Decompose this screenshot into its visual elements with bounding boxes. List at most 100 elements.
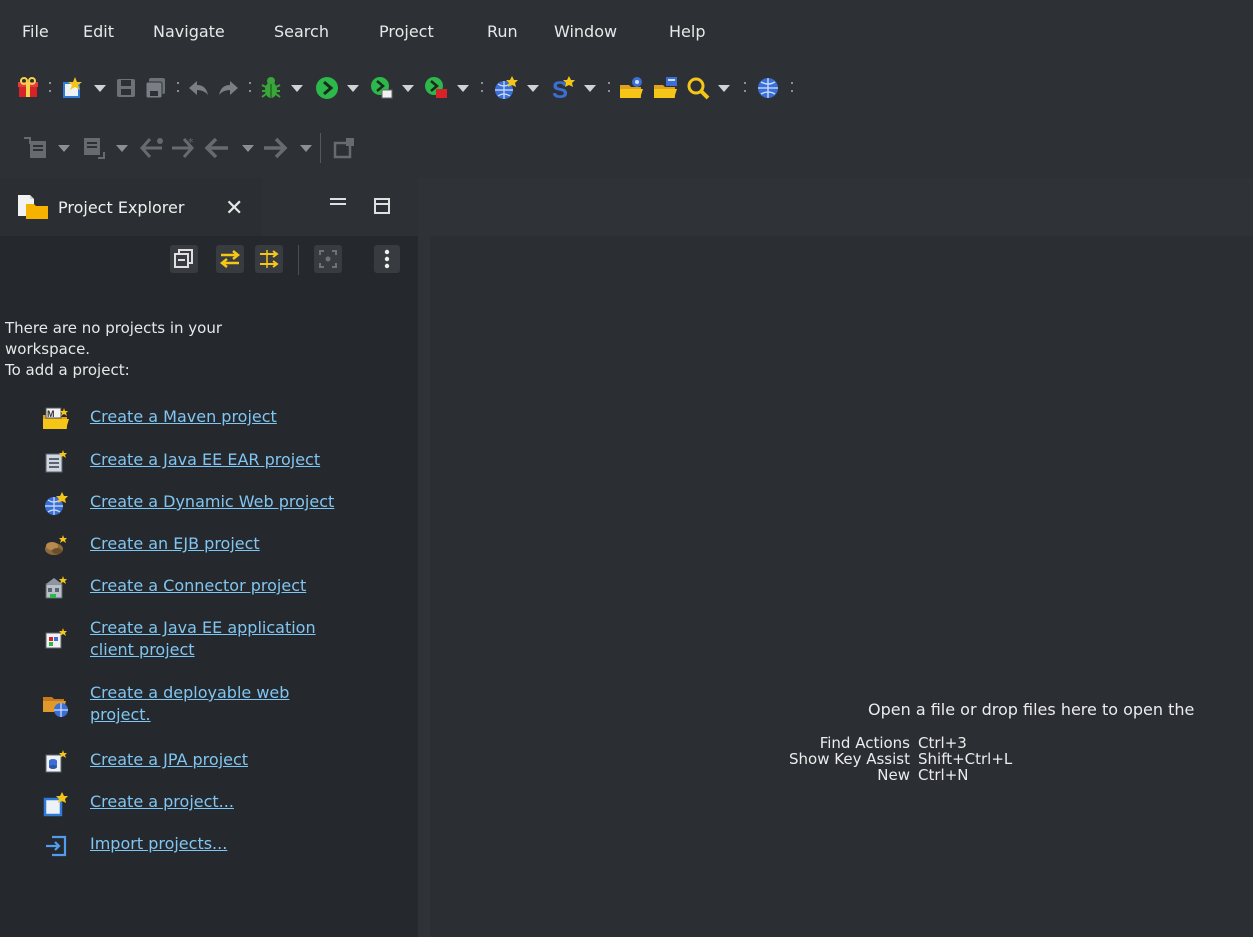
run-coverage-icon[interactable]	[368, 73, 396, 103]
link-import-projects[interactable]: Import projects...	[40, 833, 227, 859]
menu-project[interactable]: Project	[379, 22, 434, 41]
minimize-icon[interactable]	[330, 198, 346, 205]
link-label-line[interactable]: Create a Java EE application	[90, 618, 316, 637]
empty-message-line: There are no projects in your	[5, 319, 223, 337]
menu-file[interactable]: File	[22, 22, 49, 41]
link-label[interactable]: Create a JPA project	[90, 749, 248, 771]
web-browser-icon[interactable]	[754, 73, 782, 103]
menu-search[interactable]: Search	[274, 22, 329, 41]
link-label-line[interactable]: Create a deployable web	[90, 683, 289, 702]
menu-run[interactable]: Run	[487, 22, 518, 41]
run-dropdown-icon[interactable]	[347, 85, 359, 92]
link-label[interactable]: Import projects...	[90, 833, 227, 855]
gift-icon[interactable]	[14, 73, 42, 103]
collapse-all-icon[interactable]	[170, 245, 198, 273]
undo-icon[interactable]	[186, 73, 212, 103]
run-icon[interactable]	[313, 73, 341, 103]
editor-area[interactable]: Open a file or drop files here to open t…	[430, 236, 1253, 937]
forward-arrow-icon[interactable]	[260, 133, 290, 163]
link-create-deployable-web-project[interactable]: Create a deployable web project.	[40, 682, 289, 726]
open-type-icon[interactable]	[617, 73, 647, 103]
toolbar-separator	[607, 79, 611, 97]
new-dynamic-web-icon[interactable]	[491, 73, 521, 103]
next-annotation-icon[interactable]	[20, 133, 50, 163]
link-label-line[interactable]: project.	[90, 705, 151, 724]
link-label[interactable]: Create a Java EE application client proj…	[90, 617, 316, 661]
tab-project-explorer[interactable]: Project Explorer ✕	[0, 178, 262, 236]
svg-text:M: M	[47, 409, 55, 419]
last-edit-location-icon[interactable]	[136, 133, 166, 163]
link-create-jpa-project[interactable]: Create a JPA project	[40, 749, 248, 775]
save-icon[interactable]	[113, 73, 139, 103]
explorer-toolbar	[0, 236, 418, 286]
shortcut-name: Show Key Assist	[789, 750, 910, 768]
link-create-maven-project[interactable]: M Create a Maven project	[40, 406, 277, 432]
toolbar-separator	[790, 79, 794, 97]
link-create-project[interactable]: Create a project...	[40, 791, 234, 817]
redo-icon[interactable]	[215, 73, 241, 103]
close-icon[interactable]: ✕	[225, 196, 243, 221]
link-label[interactable]: Create a Java EE EAR project	[90, 449, 320, 471]
link-label[interactable]: Create a project...	[90, 791, 234, 813]
spring-dropdown-icon[interactable]	[584, 85, 596, 92]
jpa-project-icon	[40, 749, 72, 775]
search-dropdown-icon[interactable]	[718, 85, 730, 92]
toolbar-divider	[298, 245, 299, 275]
save-all-icon[interactable]	[143, 73, 169, 103]
link-create-dynamic-web-project[interactable]: Create a Dynamic Web project	[40, 491, 334, 517]
external-tools-dropdown-icon[interactable]	[457, 85, 469, 92]
new-file-icon[interactable]	[58, 73, 88, 103]
link-label[interactable]: Create a Maven project	[90, 406, 277, 428]
open-resource-icon[interactable]	[651, 73, 681, 103]
new-dropdown-icon[interactable]	[94, 85, 106, 92]
filter-link-icon[interactable]	[255, 245, 283, 273]
back-dropdown-icon[interactable]	[242, 145, 254, 152]
empty-message-line: To add a project:	[5, 361, 130, 379]
debug-bug-icon[interactable]	[257, 73, 285, 103]
link-label[interactable]: Create a Connector project	[90, 575, 306, 597]
link-with-editor-icon[interactable]	[216, 245, 244, 273]
menu-help[interactable]: Help	[669, 22, 705, 41]
menu-navigate[interactable]: Navigate	[153, 22, 225, 41]
empty-workspace-message: There are no projects in your workspace.…	[5, 318, 405, 381]
panel-sash[interactable]	[418, 178, 430, 937]
menu-edit[interactable]: Edit	[83, 22, 114, 41]
main-toolbar: S	[0, 58, 1253, 118]
next-edit-location-icon[interactable]: *	[168, 133, 198, 163]
link-create-ejb-project[interactable]: Create an EJB project	[40, 533, 260, 559]
shortcut-name: Find Actions	[819, 734, 910, 752]
app-client-project-icon	[40, 627, 72, 653]
previous-annotation-icon[interactable]	[78, 133, 108, 163]
secondary-toolbar: *	[0, 118, 1253, 178]
debug-dropdown-icon[interactable]	[291, 85, 303, 92]
link-label-line[interactable]: client project	[90, 640, 195, 659]
search-icon[interactable]	[684, 73, 712, 103]
view-menu-icon[interactable]	[374, 245, 400, 273]
link-label[interactable]: Create an EJB project	[90, 533, 260, 555]
ejb-project-icon	[40, 533, 72, 559]
next-annotation-dropdown-icon[interactable]	[58, 145, 70, 152]
previous-annotation-dropdown-icon[interactable]	[116, 145, 128, 152]
deployable-web-project-icon	[40, 692, 72, 718]
link-create-connector-project[interactable]: Create a Connector project	[40, 575, 306, 601]
dynamic-web-dropdown-icon[interactable]	[527, 85, 539, 92]
link-create-ear-project[interactable]: Create a Java EE EAR project	[40, 449, 320, 475]
forward-dropdown-icon[interactable]	[300, 145, 312, 152]
maximize-icon[interactable]	[374, 198, 390, 214]
link-create-app-client-project[interactable]: Create a Java EE application client proj…	[40, 617, 316, 661]
new-spring-icon[interactable]: S	[548, 73, 578, 103]
toolbar-separator	[248, 79, 252, 97]
focus-icon[interactable]	[314, 245, 342, 273]
link-label[interactable]: Create a Dynamic Web project	[90, 491, 334, 513]
toolbar-divider	[320, 133, 321, 163]
external-tools-icon[interactable]	[422, 73, 450, 103]
project-explorer-panel: Project Explorer ✕ There are no projects…	[0, 178, 418, 937]
back-arrow-icon[interactable]	[202, 133, 232, 163]
coverage-dropdown-icon[interactable]	[402, 85, 414, 92]
menu-window[interactable]: Window	[554, 22, 617, 41]
link-label[interactable]: Create a deployable web project.	[90, 682, 289, 726]
menu-bar: File Edit Navigate Search Project Run Wi…	[0, 0, 1253, 58]
import-projects-icon	[40, 833, 72, 859]
pin-editor-icon[interactable]	[330, 133, 358, 163]
shortcut-row: Find Actions Ctrl+3	[760, 735, 967, 751]
